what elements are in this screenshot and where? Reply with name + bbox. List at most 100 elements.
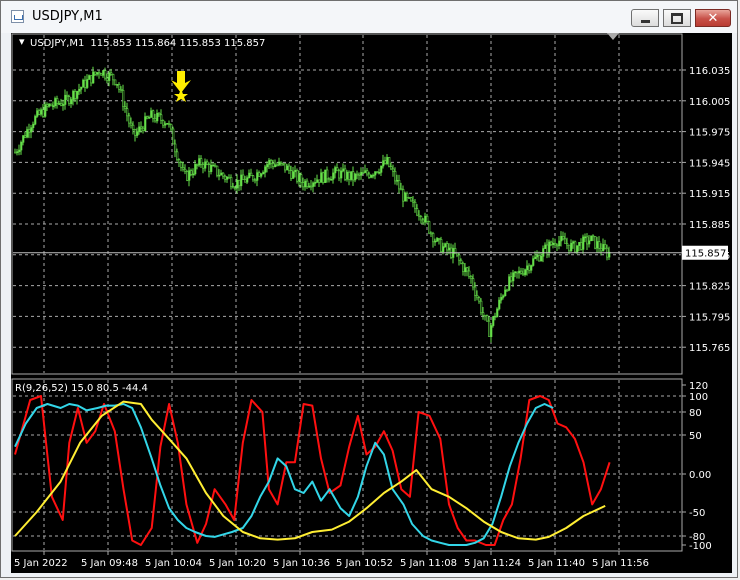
chart-shift-icon[interactable] <box>607 33 619 40</box>
candle[interactable] <box>110 72 113 75</box>
candle[interactable] <box>398 179 401 190</box>
candle[interactable] <box>252 175 255 181</box>
candle[interactable] <box>210 165 213 172</box>
candle[interactable] <box>508 276 511 291</box>
candle[interactable] <box>456 252 459 256</box>
candle[interactable] <box>500 297 503 301</box>
candle[interactable] <box>470 276 473 279</box>
candle[interactable] <box>232 186 235 189</box>
candle[interactable] <box>220 172 223 176</box>
candle[interactable] <box>132 124 135 130</box>
candle[interactable] <box>464 267 467 273</box>
candle[interactable] <box>524 269 527 275</box>
candle[interactable] <box>92 71 95 84</box>
candle[interactable] <box>494 316 497 318</box>
candle[interactable] <box>146 116 149 119</box>
maximize-button[interactable] <box>663 9 691 27</box>
candle[interactable] <box>38 110 41 115</box>
candle[interactable] <box>406 192 409 198</box>
candle[interactable] <box>208 164 211 172</box>
candle[interactable] <box>274 164 277 168</box>
candle[interactable] <box>338 170 341 179</box>
candle[interactable] <box>292 171 295 179</box>
candle[interactable] <box>248 172 251 178</box>
candle[interactable] <box>104 70 107 79</box>
candle[interactable] <box>520 270 523 274</box>
candle[interactable] <box>580 242 583 250</box>
candle[interactable] <box>348 171 351 180</box>
candle[interactable] <box>288 165 291 171</box>
arrow-marker[interactable] <box>171 71 191 102</box>
candle[interactable] <box>256 172 259 181</box>
candle[interactable] <box>126 108 129 117</box>
candle[interactable] <box>572 241 575 244</box>
chart-area[interactable]: 116.035 116.005 115.975 115.945 115.915 115.8… <box>11 33 732 573</box>
candle[interactable] <box>102 70 105 76</box>
candle[interactable] <box>318 179 321 183</box>
candle[interactable] <box>70 99 73 104</box>
candle[interactable] <box>536 255 539 258</box>
candle[interactable] <box>18 149 21 152</box>
candle[interactable] <box>206 161 209 165</box>
candle[interactable] <box>304 180 307 188</box>
candle[interactable] <box>432 233 435 243</box>
candle[interactable] <box>544 244 547 249</box>
candle[interactable] <box>442 246 445 253</box>
candle[interactable] <box>392 168 395 172</box>
candle[interactable] <box>300 174 303 183</box>
candle[interactable] <box>258 172 261 177</box>
candle[interactable] <box>196 164 199 166</box>
candle[interactable] <box>34 116 37 125</box>
candle[interactable] <box>418 214 421 217</box>
candle[interactable] <box>160 114 163 121</box>
candle[interactable] <box>286 165 289 171</box>
candle[interactable] <box>462 263 465 273</box>
candle[interactable] <box>534 256 537 259</box>
candle[interactable] <box>502 295 505 298</box>
candle[interactable] <box>44 104 47 117</box>
candle[interactable] <box>410 197 413 202</box>
candle[interactable] <box>440 239 443 253</box>
candle[interactable] <box>386 157 389 164</box>
candle[interactable] <box>388 157 391 167</box>
candle[interactable] <box>250 172 253 177</box>
candle[interactable] <box>22 135 25 143</box>
candle[interactable] <box>448 247 451 251</box>
candle[interactable] <box>394 171 397 182</box>
candle[interactable] <box>214 164 217 167</box>
candle[interactable] <box>108 72 111 81</box>
candle[interactable] <box>226 176 229 180</box>
candle[interactable] <box>80 86 83 90</box>
candle[interactable] <box>276 164 279 167</box>
candle[interactable] <box>492 316 495 326</box>
candle[interactable] <box>190 170 193 175</box>
candle[interactable] <box>362 172 365 174</box>
candle[interactable] <box>84 79 87 88</box>
candle[interactable] <box>122 90 125 107</box>
candle[interactable] <box>28 129 31 133</box>
candle[interactable] <box>164 123 167 126</box>
candle[interactable] <box>460 259 463 264</box>
candle[interactable] <box>78 88 81 92</box>
indicator-series-0[interactable] <box>14 395 611 546</box>
candle[interactable] <box>280 161 283 164</box>
candle[interactable] <box>378 172 381 174</box>
candle[interactable] <box>96 72 99 75</box>
candle[interactable] <box>284 163 287 171</box>
candle[interactable] <box>212 164 215 167</box>
candle[interactable] <box>138 126 141 132</box>
candle[interactable] <box>458 254 461 261</box>
candle[interactable] <box>590 235 593 242</box>
candle[interactable] <box>586 236 589 245</box>
candle[interactable] <box>136 131 139 136</box>
candle[interactable] <box>68 96 71 104</box>
candle[interactable] <box>522 273 525 275</box>
candle[interactable] <box>282 163 285 165</box>
candle[interactable] <box>434 240 437 243</box>
candle[interactable] <box>472 278 475 288</box>
candle[interactable] <box>90 75 93 84</box>
candle[interactable] <box>50 103 53 107</box>
candle[interactable] <box>14 151 17 154</box>
candle[interactable] <box>166 123 169 125</box>
candle[interactable] <box>264 166 267 173</box>
